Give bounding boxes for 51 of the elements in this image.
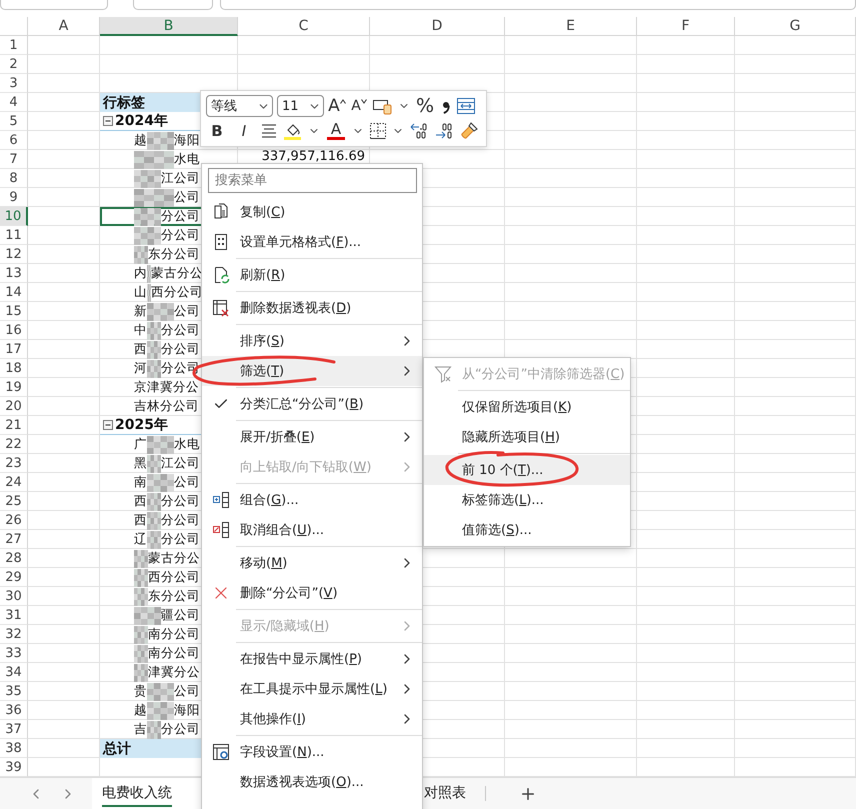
row-label: 蒙古分公 bbox=[151, 265, 203, 282]
row-label: 贵 bbox=[134, 683, 147, 700]
row-label: 分公司 bbox=[161, 721, 200, 738]
row-label: 蒙古分公 bbox=[148, 550, 200, 567]
row-label: 新 bbox=[134, 303, 147, 320]
row-label: 海阳 bbox=[174, 132, 200, 149]
row-label: 内 bbox=[134, 265, 147, 282]
row-label: 西 bbox=[134, 493, 147, 510]
row-label: 分公司 bbox=[161, 341, 200, 358]
row-label: 分公司 bbox=[161, 208, 200, 225]
row-label: 南 bbox=[134, 474, 147, 491]
row-label: 山 bbox=[134, 284, 147, 301]
row-label: 水电 bbox=[174, 436, 200, 453]
row-label: 东分公司 bbox=[148, 246, 200, 263]
row-label: 分公司 bbox=[161, 493, 200, 510]
pivot-header: 行标签 bbox=[103, 94, 145, 112]
grand-total-label: 总计 bbox=[103, 740, 131, 758]
row-label: 海阳 bbox=[174, 702, 200, 719]
row-label: 疆公司 bbox=[161, 607, 200, 624]
row-label: 津冀分公 bbox=[148, 664, 200, 681]
row-label: 南分公司 bbox=[148, 626, 200, 643]
row-label: 分公司 bbox=[161, 227, 200, 244]
row-label: 江公司 bbox=[161, 455, 200, 472]
row-label: 东分公司 bbox=[148, 588, 200, 605]
value-cell: 337,957,116.69 bbox=[262, 150, 365, 163]
row-label: 南分公司 bbox=[148, 645, 200, 662]
row-label: 辽 bbox=[134, 531, 147, 548]
group-label: 2025年 bbox=[115, 416, 168, 434]
row-label: 吉 bbox=[134, 721, 147, 738]
row-label: 西分公司 bbox=[148, 569, 200, 586]
row-label: 分公司 bbox=[161, 531, 200, 548]
row-label: 公司 bbox=[174, 474, 200, 491]
group-label: 2024年 bbox=[115, 112, 168, 130]
row-label: 吉林分公司 bbox=[134, 398, 199, 415]
row-label: 越 bbox=[134, 702, 147, 719]
row-label: 越 bbox=[134, 132, 147, 149]
row-label: 江公司 bbox=[161, 170, 200, 187]
row-label: 中 bbox=[134, 322, 147, 339]
row-label: 公司 bbox=[174, 303, 200, 320]
row-label: 水电 bbox=[174, 151, 200, 168]
row-label: 分公司 bbox=[161, 322, 200, 339]
row-label: 京津冀分公 bbox=[134, 379, 199, 396]
row-label: 西 bbox=[134, 341, 147, 358]
row-label: 西 bbox=[134, 512, 147, 529]
row-label: 广 bbox=[134, 436, 147, 453]
row-label: 西分公司 bbox=[151, 284, 203, 301]
row-label: 黑 bbox=[134, 455, 147, 472]
row-label: 河 bbox=[134, 360, 147, 377]
row-label: 分公司 bbox=[161, 512, 200, 529]
row-label: 公司 bbox=[174, 189, 200, 206]
row-label: 公司 bbox=[174, 683, 200, 700]
